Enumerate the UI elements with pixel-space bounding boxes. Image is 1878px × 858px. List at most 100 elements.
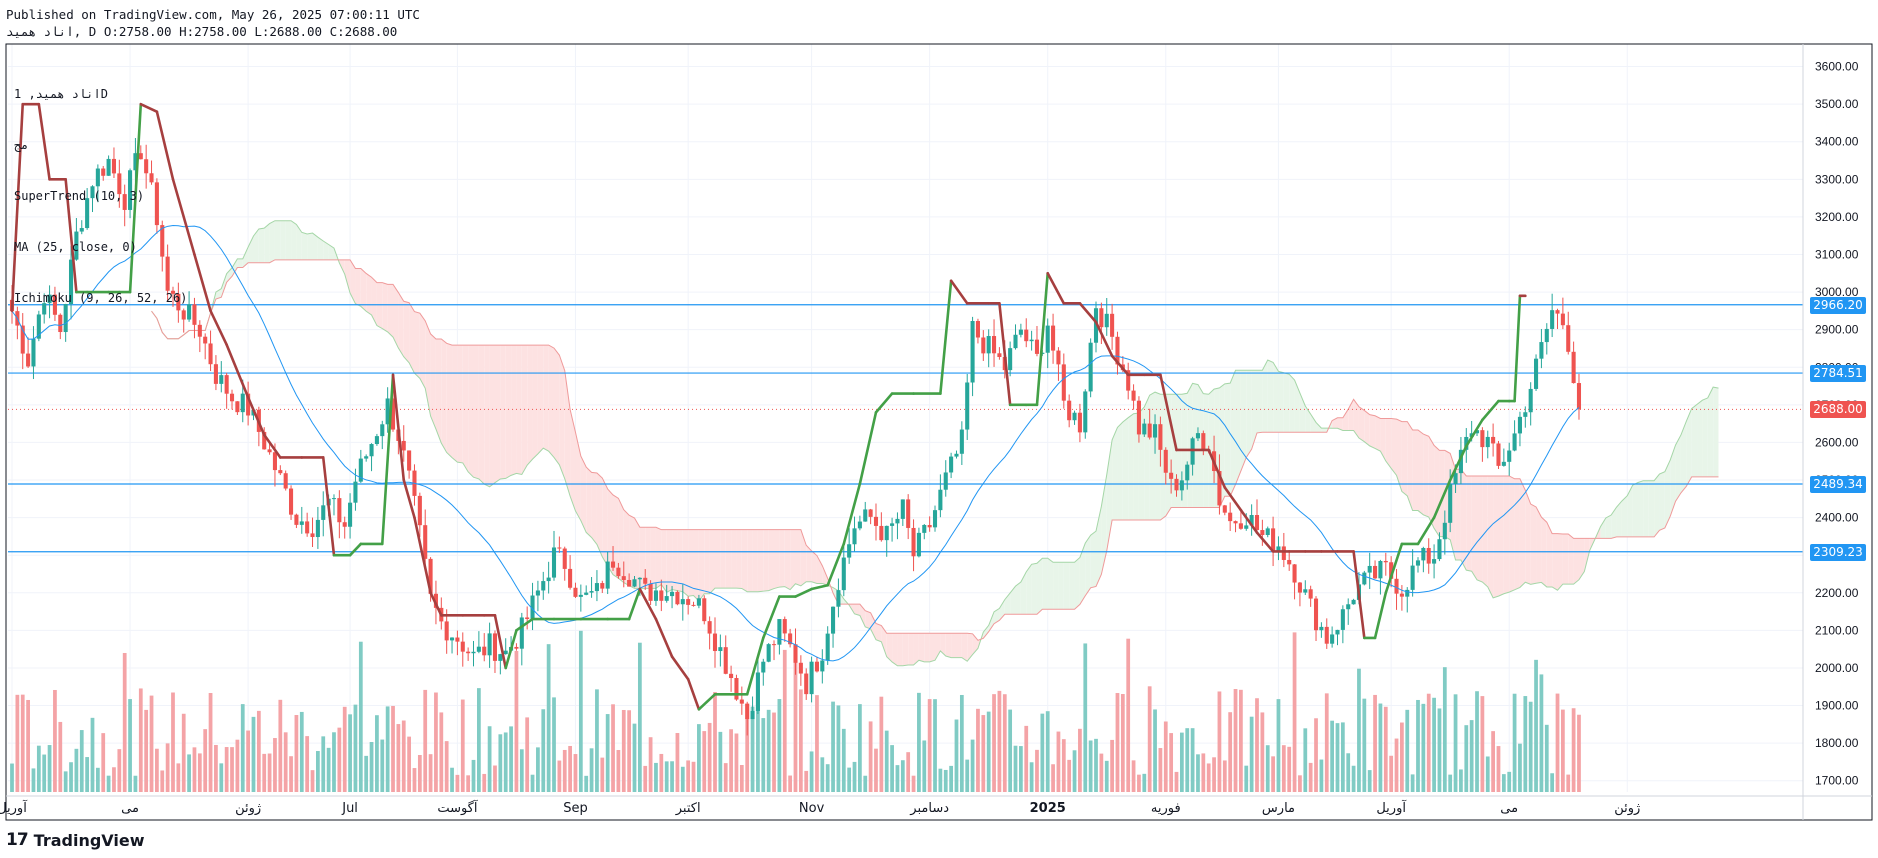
candle-body xyxy=(809,661,814,695)
cloud-segment xyxy=(489,345,495,487)
last-price-label[interactable]: 2688.00 xyxy=(1810,401,1866,419)
price-axis[interactable]: 1700.00 1800.00 1900.00 2000.00 2100.00 2200.… xyxy=(1815,60,1859,788)
candle-body xyxy=(986,336,991,354)
volume-bar xyxy=(197,753,202,792)
candle-body xyxy=(868,509,873,517)
volume-bar xyxy=(1201,753,1206,792)
supertrend-segment xyxy=(810,583,829,591)
level-price-label[interactable]: 2489.34 xyxy=(1810,476,1866,494)
supertrend-segment xyxy=(745,636,765,696)
candle-body xyxy=(208,343,213,365)
volume-bar xyxy=(1040,713,1045,792)
level-price-label[interactable]: 2966.20 xyxy=(1810,296,1866,314)
cloud-segment xyxy=(554,348,560,465)
candle-body xyxy=(1260,530,1265,535)
candle-body xyxy=(26,353,31,367)
candle-body xyxy=(831,606,836,634)
candle-body xyxy=(793,644,798,663)
level-price-label[interactable]: 2309.23 xyxy=(1810,543,1866,561)
candle-body xyxy=(943,472,948,490)
cloud-segment xyxy=(1063,562,1070,610)
footer-brand[interactable]: 17 TradingView xyxy=(6,830,145,850)
ichimoku-legend[interactable]: Ichimoku (9, 26, 52, 26) xyxy=(14,290,187,307)
volume-bar xyxy=(1131,760,1136,792)
candle-body xyxy=(551,547,557,578)
volume-bar xyxy=(20,694,25,792)
cloud-segment xyxy=(1519,478,1526,588)
cloud-segment xyxy=(677,529,683,592)
candle-body xyxy=(777,619,782,645)
volume-bar xyxy=(423,689,428,792)
volume-bar xyxy=(1367,770,1372,792)
y-tick-label: 3300.00 xyxy=(1815,172,1859,186)
candle-body xyxy=(1421,547,1426,561)
cloud-segment xyxy=(1026,564,1032,615)
volume-bar xyxy=(471,759,476,792)
ma-legend[interactable]: MA (25, close, 0) xyxy=(14,239,187,256)
volume-bar xyxy=(1265,745,1270,792)
volume-bar xyxy=(1319,759,1324,792)
volume-bar xyxy=(26,699,30,792)
volume-bar xyxy=(1206,763,1211,792)
candle-body xyxy=(610,561,616,568)
cloud-segment xyxy=(1278,371,1284,433)
volume-bar xyxy=(187,754,191,792)
supertrend-legend[interactable]: SuperTrend (10, 3) xyxy=(14,188,187,205)
symbol-label[interactable]: اناد همید, 1D xyxy=(14,86,187,103)
volume-bar xyxy=(675,733,680,792)
x-tick-label: Sep xyxy=(563,801,588,816)
y-tick-label: 1700.00 xyxy=(1815,774,1859,788)
volume-bar xyxy=(1432,697,1436,792)
volume-bar xyxy=(965,759,970,792)
volume-bar xyxy=(874,748,878,792)
volume-bar xyxy=(1239,689,1243,792)
cloud-segment xyxy=(1010,586,1016,615)
candle-body xyxy=(981,337,986,354)
candle-body xyxy=(1485,436,1490,448)
volume-bar xyxy=(1217,691,1222,792)
time-axis[interactable]: آوریل می ژوئن Jul آگوست Sep اکتبر Nov دسامبر 2025… xyxy=(0,799,1640,816)
exchange-label: مج xyxy=(14,138,29,152)
level-price-label[interactable]: 2784.51 xyxy=(1810,365,1866,383)
cloud-segment xyxy=(1208,389,1215,508)
volume-bar xyxy=(981,715,986,792)
indicator-legend: اناد همید, 1D مج SuperTrend (10, 3) MA (… xyxy=(14,52,187,324)
volume-bar xyxy=(1571,708,1576,792)
cloud-segment xyxy=(285,220,292,260)
x-tick-label: آوریل xyxy=(1376,799,1407,816)
cloud-segment xyxy=(602,478,608,566)
candle-body xyxy=(916,532,921,557)
cloud-segment xyxy=(291,220,297,260)
grid xyxy=(8,44,1803,792)
candle-body xyxy=(283,473,288,489)
price-chart[interactable]: 1700.00 1800.00 1900.00 2000.00 2100.00 2200.… xyxy=(0,0,1878,858)
volume-bar xyxy=(1298,775,1302,792)
candle-body xyxy=(1136,400,1141,435)
cloud-segment xyxy=(1380,418,1386,461)
volume-bar xyxy=(63,771,68,792)
volume-bar xyxy=(79,730,84,792)
volume-bar xyxy=(192,747,197,792)
supertrend-segment xyxy=(858,411,878,486)
cloud-segment xyxy=(1358,406,1365,442)
volume-bar xyxy=(761,718,766,792)
cloud-segment xyxy=(435,339,442,444)
candle-body xyxy=(197,324,202,337)
candle-body xyxy=(632,579,637,587)
volume-bar xyxy=(1212,757,1216,792)
candle-body xyxy=(1110,313,1115,337)
candle-body xyxy=(906,499,911,528)
volume-bar xyxy=(1340,722,1345,792)
candle-body xyxy=(852,528,857,545)
candle-body xyxy=(1394,578,1399,594)
cloud-segment xyxy=(248,235,254,263)
volume-bar xyxy=(1561,709,1565,792)
candle-body xyxy=(594,583,599,592)
candle-body xyxy=(417,495,422,526)
candle-body xyxy=(203,336,208,344)
x-tick-label: آگوست xyxy=(437,799,479,816)
cloud-segment xyxy=(924,633,930,662)
volume-bar xyxy=(203,729,208,792)
volume-bar xyxy=(766,709,771,792)
volume-bar xyxy=(1142,773,1147,792)
